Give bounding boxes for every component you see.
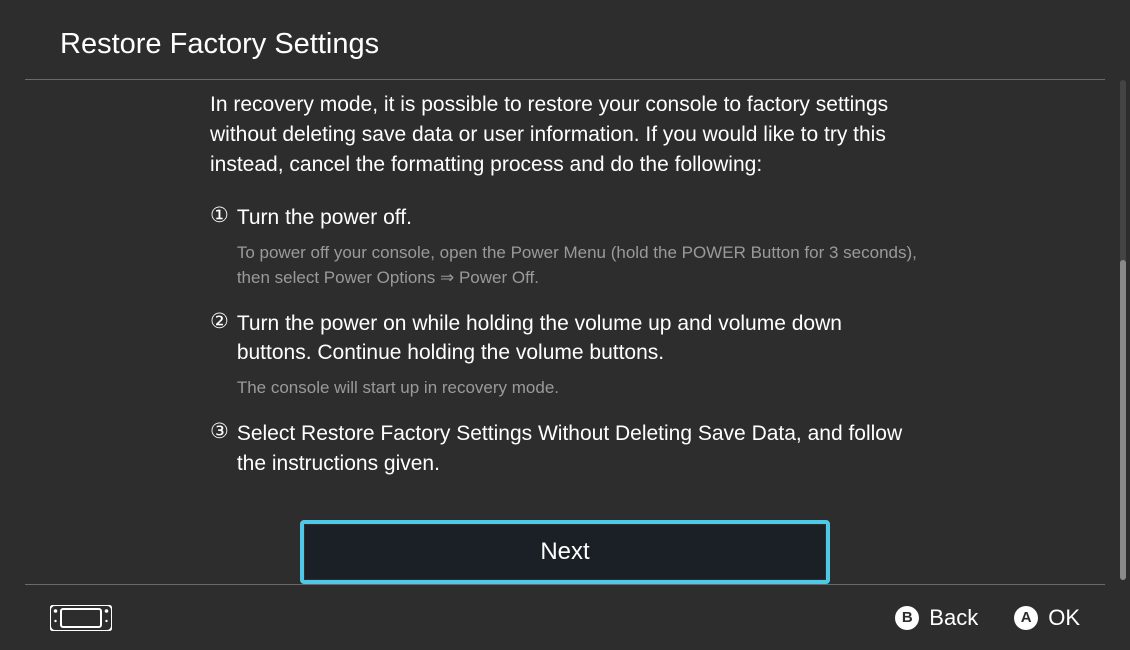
back-label: Back: [929, 605, 978, 631]
step-3: ③ Select Restore Factory Settings Withou…: [210, 419, 920, 479]
step-2: ② Turn the power on while holding the vo…: [210, 309, 920, 401]
b-button-icon: B: [895, 606, 919, 630]
step-body-1: Turn the power off. To power off your co…: [237, 203, 920, 290]
a-button-icon: A: [1014, 606, 1038, 630]
step-1: ① Turn the power off. To power off your …: [210, 203, 920, 290]
step-sub-2: The console will start up in recovery mo…: [237, 376, 920, 401]
console-icon: [50, 605, 112, 631]
step-body-3: Select Restore Factory Settings Without …: [237, 419, 920, 479]
scrollbar-track[interactable]: [1120, 80, 1126, 580]
next-button-wrapper: Next: [210, 520, 920, 584]
header: Restore Factory Settings: [0, 0, 1130, 79]
next-button[interactable]: Next: [300, 520, 830, 584]
step-number-2: ②: [210, 309, 229, 334]
step-sub-1: To power off your console, open the Powe…: [237, 241, 920, 290]
footer-content: B Back A OK: [0, 585, 1130, 650]
step-main-2: Turn the power on while holding the volu…: [237, 309, 920, 369]
back-button[interactable]: B Back: [895, 605, 978, 631]
step-number-1: ①: [210, 203, 229, 228]
step-main-3: Select Restore Factory Settings Without …: [237, 419, 920, 479]
step-body-2: Turn the power on while holding the volu…: [237, 309, 920, 401]
content-area: In recovery mode, it is possible to rest…: [0, 80, 1130, 584]
ok-label: OK: [1048, 605, 1080, 631]
footer: B Back A OK: [0, 584, 1130, 650]
ok-button[interactable]: A OK: [1014, 605, 1080, 631]
step-main-1: Turn the power off.: [237, 203, 920, 233]
scrollbar-thumb[interactable]: [1120, 260, 1126, 580]
page-title: Restore Factory Settings: [60, 28, 1070, 61]
footer-buttons: B Back A OK: [895, 605, 1080, 631]
intro-text: In recovery mode, it is possible to rest…: [210, 90, 920, 179]
step-number-3: ③: [210, 419, 229, 444]
